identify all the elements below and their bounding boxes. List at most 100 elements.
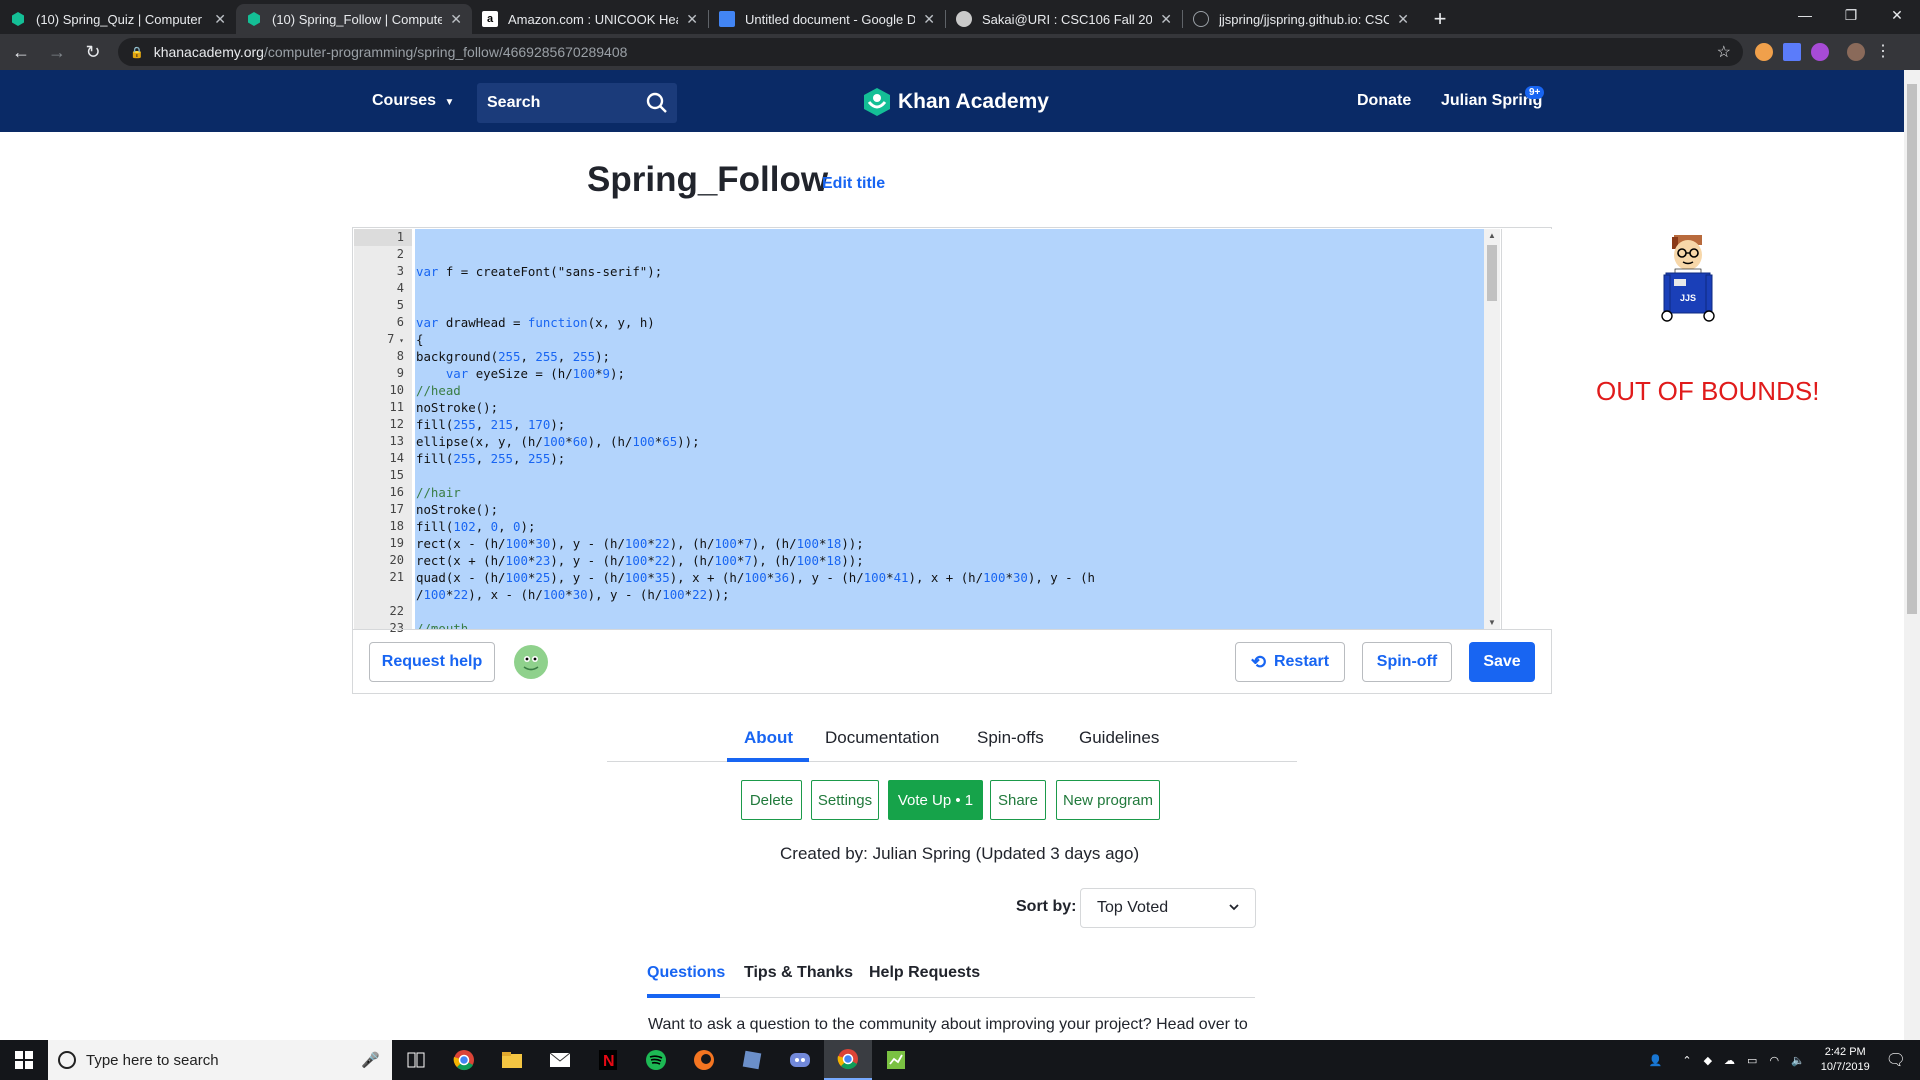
editor-app-icon[interactable] [872,1040,920,1080]
notification-badge[interactable]: 9+ [1525,86,1545,99]
code-line[interactable] [415,603,1484,620]
code-line[interactable]: ellipse(x, y, (h/100*60), (h/100*65)); [415,433,1484,450]
code-line[interactable]: rect(x - (h/100*30), y - (h/100*22), (h/… [415,535,1484,552]
app-icon[interactable] [728,1040,776,1080]
code-line[interactable] [415,280,1484,297]
code-line[interactable] [415,229,1484,246]
hint-mascot-icon[interactable] [512,643,550,686]
extension-icon[interactable] [1755,43,1773,61]
scroll-down-arrow-icon[interactable]: ▼ [1488,618,1496,627]
close-tab-icon[interactable]: ✕ [450,11,462,28]
code-line[interactable]: noStroke(); [415,501,1484,518]
restart-button[interactable]: ⟲ Restart [1235,642,1345,682]
settings-button[interactable]: Settings [811,780,879,820]
courses-menu[interactable]: Courses ▼ [372,92,454,110]
code-line[interactable]: //mouth [415,620,1484,629]
code-line[interactable]: fill(255, 215, 170); [415,416,1484,433]
browser-tab[interactable]: (10) Spring_Quiz | Computer pro ✕ [0,4,236,34]
code-line[interactable]: //hair [415,484,1484,501]
system-clock[interactable]: 2:42 PM 10/7/2019 [1821,1045,1870,1075]
profile-avatar-icon[interactable] [1847,43,1865,61]
code-line[interactable]: background(255, 255, 255); [415,348,1484,365]
code-line[interactable]: rect(x + (h/100*23), y - (h/100*22), (h/… [415,552,1484,569]
code-line[interactable]: fill(255, 255, 255); [415,450,1484,467]
battery-icon[interactable]: ▭ [1747,1054,1757,1067]
close-tab-icon[interactable]: ✕ [923,11,935,28]
volume-icon[interactable]: 🔈 [1791,1054,1805,1067]
taskbar-search-box[interactable]: Type here to search 🎤 [48,1040,392,1080]
editor-scroll-thumb[interactable] [1487,245,1497,301]
action-center-icon[interactable]: 🗨 [1886,1050,1906,1070]
code-line[interactable] [415,467,1484,484]
task-view-icon[interactable] [392,1040,440,1080]
khan-academy-logo[interactable]: Khan Academy [864,88,1049,116]
bookmark-star-icon[interactable]: ☆ [1717,42,1731,62]
close-tab-icon[interactable]: ✕ [1160,11,1172,28]
code-line[interactable]: noStroke(); [415,399,1484,416]
spin-off-button[interactable]: Spin-off [1362,642,1452,682]
restore-icon[interactable]: ❐ [1828,0,1874,30]
new-program-button[interactable]: New program [1056,780,1160,820]
code-line[interactable]: //head [415,382,1484,399]
tab-spin-offs[interactable]: Spin-offs [977,728,1044,748]
windows-start-icon[interactable] [0,1040,48,1080]
chrome-icon[interactable] [440,1040,488,1080]
show-hidden-icons-icon[interactable]: ⌃ [1682,1054,1691,1067]
page-scrollbar[interactable] [1904,70,1920,1040]
wifi-icon[interactable]: ◠ [1769,1054,1779,1067]
reload-icon[interactable]: ↻ [78,37,108,67]
close-tab-icon[interactable]: ✕ [214,11,226,28]
file-explorer-icon[interactable] [488,1040,536,1080]
search-icon[interactable] [645,91,669,120]
tab-about[interactable]: About [744,728,793,748]
sort-select[interactable]: Top Voted [1080,888,1256,928]
vote-up-button[interactable]: Vote Up • 1 [888,780,983,820]
back-arrow-icon[interactable]: ← [6,37,36,67]
extension-icon[interactable] [1811,43,1829,61]
spotify-icon[interactable] [632,1040,680,1080]
browser-tab[interactable]: a Amazon.com : UNICOOK Heavy ✕ [472,4,708,34]
tab-guidelines[interactable]: Guidelines [1079,728,1159,748]
browser-tab-active[interactable]: (10) Spring_Follow | Computer pr ✕ [236,4,472,34]
discord-icon[interactable] [776,1040,824,1080]
code-line[interactable] [415,297,1484,314]
browser-menu-icon[interactable]: ⋮ [1875,43,1891,61]
tab-documentation[interactable]: Documentation [825,728,939,748]
code-line[interactable]: var f = createFont("sans-serif"); [415,263,1484,280]
code-line[interactable]: fill(102, 0, 0); [415,518,1484,535]
donate-link[interactable]: Donate [1357,92,1411,110]
delete-button[interactable]: Delete [741,780,802,820]
code-line[interactable] [415,246,1484,263]
editor-scrollbar[interactable]: ▲ ▼ [1484,229,1500,629]
code-line[interactable]: var drawHead = function(x, y, h) [415,314,1484,331]
address-bar[interactable]: 🔒 khanacademy.org/computer-programming/s… [118,38,1743,66]
close-tab-icon[interactable]: ✕ [1397,11,1409,28]
save-button[interactable]: Save [1469,642,1535,682]
crunchyroll-icon[interactable] [680,1040,728,1080]
tab-help-requests[interactable]: Help Requests [869,964,980,982]
forward-arrow-icon[interactable]: → [42,37,72,67]
tab-questions[interactable]: Questions [647,964,725,982]
request-help-button[interactable]: Request help [369,642,495,682]
browser-tab[interactable]: Sakai@URI : CSC106 Fall 2019 : A ✕ [946,4,1182,34]
code-line[interactable]: quad(x - (h/100*25), y - (h/100*35), x +… [415,569,1484,586]
tab-tips-thanks[interactable]: Tips & Thanks [744,964,853,982]
extension-icon[interactable] [1783,43,1801,61]
program-output-canvas[interactable]: JJS OUT OF BOUNDS! [1501,229,1901,629]
code-line[interactable]: /100*22), x - (h/100*30), y - (h/100*22)… [415,586,1484,603]
browser-tab[interactable]: Untitled document - Google Doc ✕ [709,4,945,34]
search-box[interactable]: Search [477,83,677,123]
people-icon[interactable]: 👤 [1649,1054,1663,1067]
close-window-icon[interactable]: ✕ [1874,0,1920,30]
minimize-icon[interactable]: — [1782,0,1828,30]
microphone-icon[interactable]: 🎤 [361,1051,380,1069]
netflix-icon[interactable]: N [584,1040,632,1080]
new-tab-icon[interactable]: + [1425,4,1455,34]
scroll-up-arrow-icon[interactable]: ▲ [1488,231,1496,240]
dropbox-icon[interactable]: ◆ [1704,1054,1712,1067]
browser-tab[interactable]: jjspring/jjspring.github.io: CSC 10 ✕ [1183,4,1419,34]
code-editor[interactable]: var f = createFont("sans-serif"); var dr… [415,229,1484,629]
fold-arrow-icon[interactable]: ▾ [394,336,404,345]
edit-title-link[interactable]: Edit title [822,175,885,193]
page-scroll-thumb[interactable] [1907,84,1917,614]
